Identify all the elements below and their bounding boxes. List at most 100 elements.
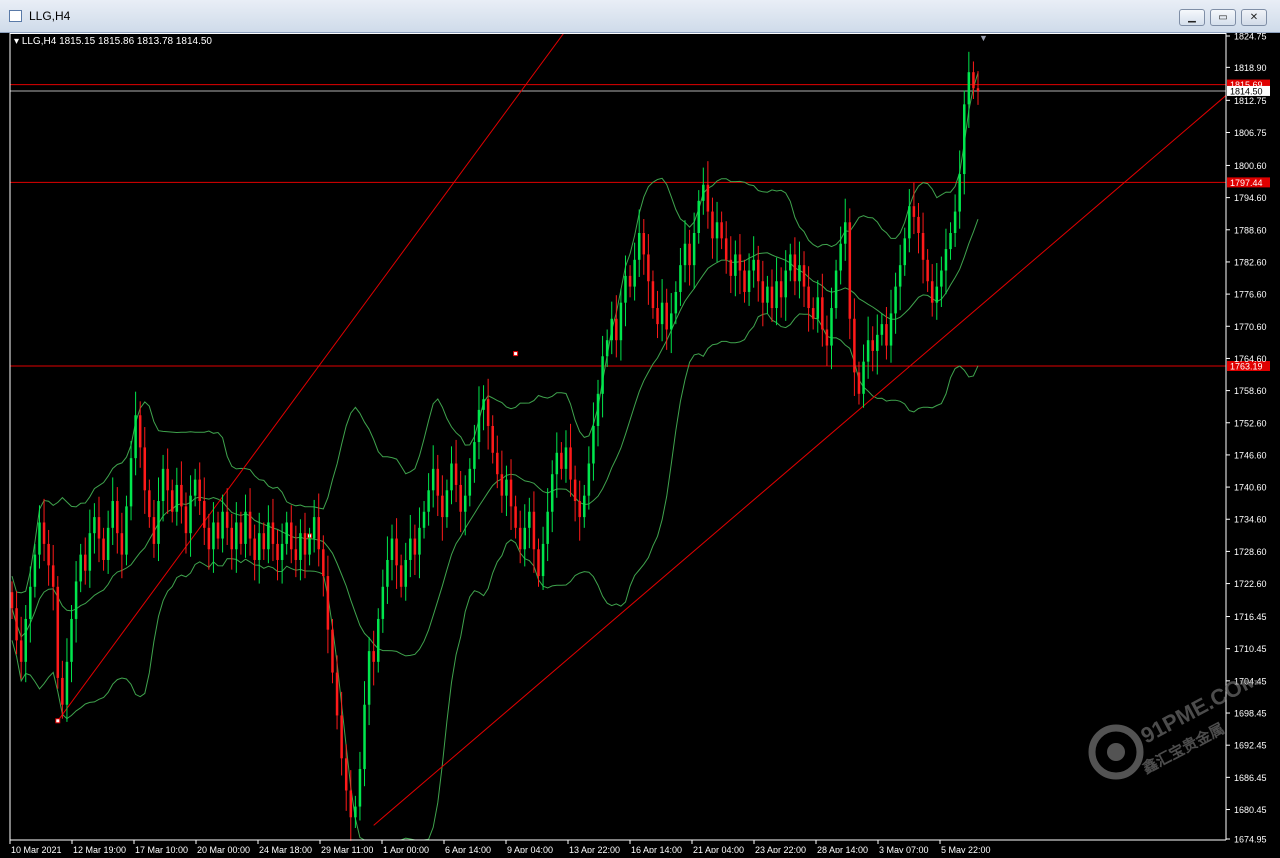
candle-body bbox=[679, 265, 682, 292]
candle-body bbox=[152, 517, 156, 544]
candle-body bbox=[720, 222, 723, 239]
candle-body bbox=[601, 356, 604, 394]
y-tick-label: 1764.60 bbox=[1234, 354, 1267, 364]
candle-body bbox=[225, 511, 229, 528]
candle-body bbox=[578, 501, 581, 518]
candle-body bbox=[463, 495, 467, 512]
candle bbox=[193, 468, 197, 507]
candle-body bbox=[560, 452, 563, 469]
y-tick-label: 1776.60 bbox=[1234, 290, 1267, 300]
x-tick-label: 13 Apr 22:00 bbox=[569, 845, 620, 853]
candle bbox=[413, 524, 417, 575]
candle bbox=[830, 287, 833, 370]
candle bbox=[322, 535, 325, 597]
y-tick-label: 1806.75 bbox=[1234, 128, 1267, 138]
chart-shift-icon[interactable]: ▼ bbox=[979, 33, 988, 43]
y-tick-label: 1812.75 bbox=[1234, 96, 1267, 106]
candle bbox=[170, 479, 174, 523]
window-titlebar: LLG,H4 ▁ ▭ ✕ bbox=[0, 0, 1280, 33]
candle bbox=[963, 90, 966, 195]
candle-body bbox=[537, 549, 540, 577]
candle-body bbox=[285, 522, 288, 544]
candle bbox=[120, 512, 124, 579]
candle-body bbox=[161, 468, 165, 502]
candle-body bbox=[322, 549, 325, 577]
candle bbox=[299, 519, 302, 581]
candle-body bbox=[775, 281, 778, 309]
candle-body bbox=[642, 232, 646, 255]
bollinger-middle-band bbox=[11, 219, 979, 657]
candle-body bbox=[280, 543, 284, 560]
candle-body bbox=[299, 533, 302, 560]
candle bbox=[711, 197, 714, 259]
candle bbox=[152, 499, 156, 558]
candle bbox=[880, 313, 884, 346]
candle-body bbox=[459, 484, 462, 512]
candle-body bbox=[326, 576, 330, 630]
y-tick-label: 1680.45 bbox=[1234, 805, 1267, 815]
candle-body bbox=[770, 286, 774, 309]
candle-body bbox=[688, 243, 691, 266]
candle-body bbox=[857, 372, 861, 394]
candle bbox=[376, 608, 380, 673]
restore-button[interactable]: ▭ bbox=[1210, 9, 1236, 26]
close-button[interactable]: ✕ bbox=[1241, 9, 1267, 26]
candle-body bbox=[935, 286, 939, 303]
candle bbox=[257, 512, 261, 584]
price-chart[interactable]: 1815.691814.501797.441763.19 1824.751818… bbox=[0, 23, 1280, 855]
candle-body bbox=[647, 254, 650, 282]
bollinger-lower-band bbox=[11, 312, 979, 841]
candle-body bbox=[51, 565, 55, 587]
candle bbox=[921, 212, 925, 284]
candle bbox=[390, 524, 394, 581]
candle-body bbox=[331, 629, 334, 673]
candle-body bbox=[367, 651, 371, 705]
candle-body bbox=[738, 254, 742, 271]
candle bbox=[203, 477, 206, 545]
candle-body bbox=[189, 495, 192, 534]
y-tick-label: 1716.45 bbox=[1234, 612, 1267, 622]
chart-menu-arrow-icon[interactable]: ▾ bbox=[14, 36, 19, 47]
x-tick-label: 21 Apr 04:00 bbox=[693, 845, 744, 853]
candle bbox=[949, 222, 952, 260]
candle bbox=[47, 529, 50, 586]
candle-body bbox=[271, 522, 275, 544]
candle bbox=[619, 288, 623, 361]
candle-body bbox=[170, 490, 174, 512]
candle-body bbox=[395, 538, 398, 566]
candle-body bbox=[715, 222, 719, 239]
candle-body bbox=[244, 511, 247, 544]
candle bbox=[358, 751, 362, 821]
candle bbox=[10, 581, 14, 619]
chart-area[interactable]: 1815.69 1814.50 1797.44 1763.19 1824.75 1818… bbox=[0, 23, 1280, 855]
candle bbox=[688, 229, 691, 286]
candle-body bbox=[825, 329, 829, 346]
candle bbox=[615, 295, 618, 358]
minimize-button[interactable]: ▁ bbox=[1179, 9, 1205, 26]
candle bbox=[102, 527, 105, 571]
candle-body bbox=[253, 538, 256, 560]
candle bbox=[537, 538, 540, 587]
candle-body bbox=[660, 302, 664, 325]
candle bbox=[422, 501, 426, 539]
candle-body bbox=[885, 324, 888, 346]
candle bbox=[404, 542, 407, 601]
candle-body bbox=[862, 361, 865, 394]
candle-body bbox=[148, 490, 151, 518]
candle bbox=[885, 306, 888, 360]
candle bbox=[583, 484, 586, 528]
candle bbox=[935, 263, 939, 320]
candle-body bbox=[203, 501, 206, 528]
y-tick-label: 1770.60 bbox=[1234, 322, 1267, 332]
candle bbox=[871, 326, 874, 372]
y-tick-label: 1818.90 bbox=[1234, 63, 1267, 73]
candle-body bbox=[93, 517, 96, 534]
candle-body bbox=[619, 302, 623, 341]
candle-body bbox=[436, 468, 440, 496]
candle-body bbox=[532, 511, 536, 550]
candle-body bbox=[166, 468, 169, 491]
candle bbox=[912, 182, 916, 235]
candle bbox=[532, 491, 536, 573]
candle-body bbox=[134, 415, 137, 459]
candle-body bbox=[486, 399, 490, 426]
